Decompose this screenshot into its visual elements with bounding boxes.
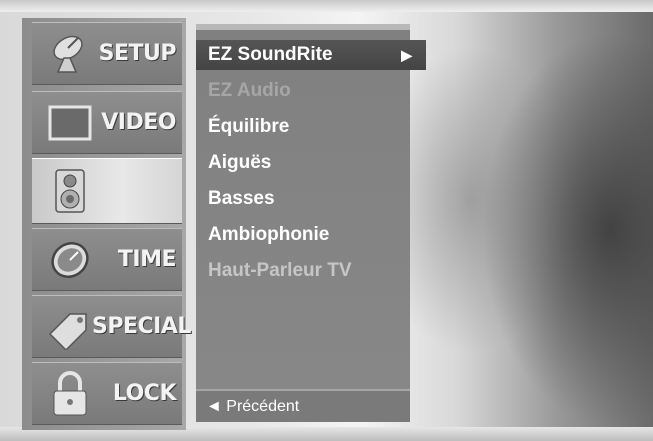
menu-item-ez-audio[interactable]: EZ Audio bbox=[196, 76, 291, 106]
menu-item-aigues[interactable]: Aiguës bbox=[196, 148, 271, 178]
screen-top-edge bbox=[0, 0, 653, 12]
menu-item-ambiophonie[interactable]: Ambiophonie bbox=[196, 220, 329, 250]
category-video[interactable]: VIDEO bbox=[32, 91, 182, 154]
menu-item-label: Équilibre bbox=[208, 116, 290, 137]
menu-item-label: EZ Audio bbox=[208, 80, 291, 101]
category-label: LOCK bbox=[112, 381, 177, 406]
menu-item-label: Ambiophonie bbox=[208, 224, 330, 245]
tag-icon bbox=[46, 304, 92, 350]
speaker-icon bbox=[46, 168, 94, 214]
submenu-arrow-icon: ▶ bbox=[401, 47, 412, 63]
menu-item-label: EZ SoundRite bbox=[208, 44, 333, 65]
category-label: VIDEO bbox=[101, 110, 176, 135]
padlock-icon bbox=[46, 370, 94, 417]
category-label: TIME bbox=[117, 247, 177, 272]
menu-item-label: Basses bbox=[208, 188, 275, 209]
category-lock[interactable]: LOCK bbox=[32, 362, 182, 425]
audio-menu-panel: EZ SoundRite ▶ EZ Audio Équilibre Aiguës… bbox=[196, 24, 426, 422]
category-audio[interactable] bbox=[32, 158, 182, 224]
menu-item-label: Aiguës bbox=[208, 152, 272, 173]
menu-item-haut-parleur-tv[interactable]: Haut-Parleur TV bbox=[196, 256, 352, 286]
category-label: SETUP bbox=[98, 41, 177, 66]
menu-item-label: Haut-Parleur TV bbox=[208, 260, 352, 281]
picture-icon bbox=[46, 100, 94, 146]
menu-item-equilibre[interactable]: Équilibre bbox=[196, 112, 289, 142]
category-label: SPECIAL bbox=[92, 314, 191, 339]
back-button[interactable]: ◄ Précédent bbox=[196, 389, 410, 422]
menu-item-ez-soundrite[interactable]: EZ SoundRite ▶ bbox=[196, 40, 426, 70]
category-special[interactable]: SPECIAL bbox=[32, 295, 191, 358]
satellite-dish-icon bbox=[46, 31, 94, 77]
menu-item-basses[interactable]: Basses bbox=[196, 184, 275, 214]
category-setup[interactable]: SETUP bbox=[32, 22, 182, 85]
clock-icon bbox=[46, 237, 94, 283]
category-time[interactable]: TIME bbox=[32, 228, 182, 291]
